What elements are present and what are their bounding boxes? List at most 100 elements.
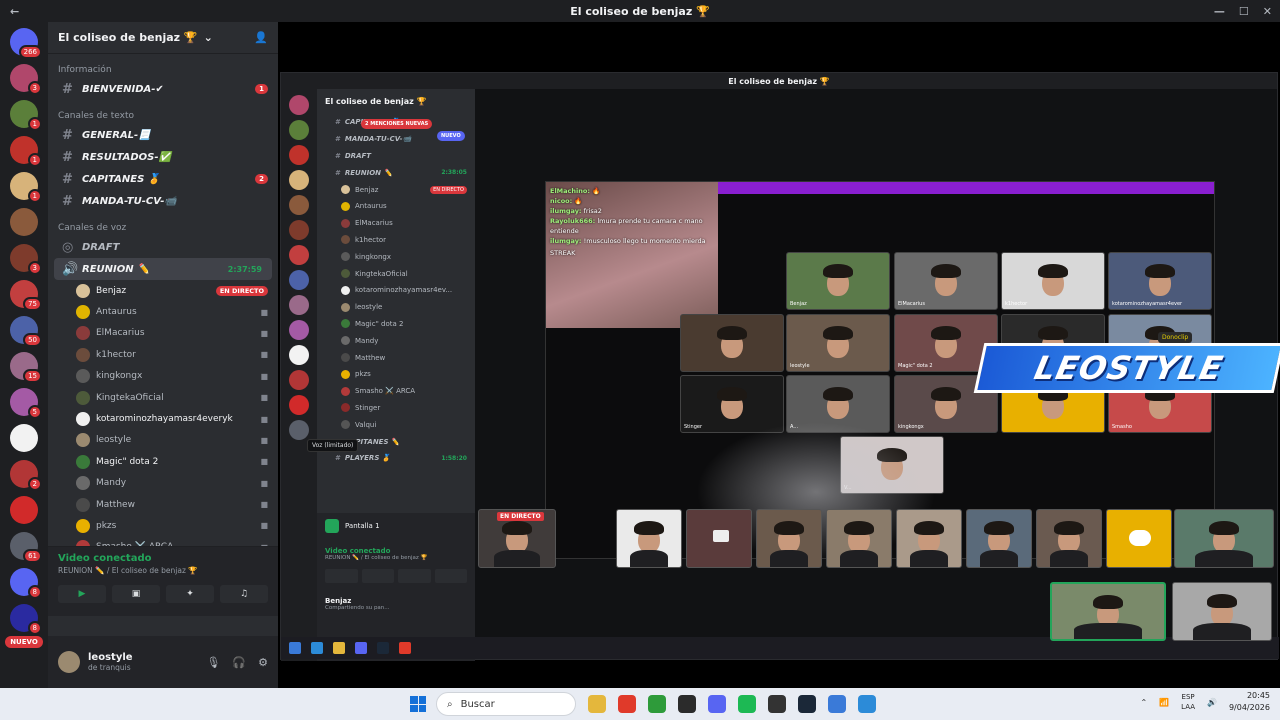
home-button[interactable]: 266 [10,28,42,59]
voice-user[interactable]: kingkongx ■ [48,366,278,387]
participant-thumbnail[interactable] [966,509,1032,568]
server-icon[interactable]: 2 [10,460,42,491]
participant-thumbnail[interactable] [1106,509,1172,568]
participant-thumbnail[interactable] [1172,582,1272,641]
channel-label: CAPITANES 🏅 [82,173,161,185]
chevron-up-icon[interactable]: ⌃ [1140,698,1147,707]
clock[interactable]: 20:45 9/04/2026 [1229,690,1270,714]
taskbar-app-icon[interactable] [648,695,666,713]
voice-user[interactable]: Benjaz EN DIRECTO [48,280,278,301]
chat-text: frisa2 [583,207,602,215]
voice-channel-reunion[interactable]: 🔊 REUNION ✏️ 2:37:59 [54,258,272,280]
category-text[interactable]: Canales de texto [48,100,278,124]
category-info[interactable]: Información [48,54,278,78]
mini-label: Stinger [355,403,381,412]
taskbar-app-icon[interactable] [798,695,816,713]
voice-user[interactable]: Matthew ■ [48,494,278,515]
participant-thumbnail[interactable] [1036,509,1102,568]
voice-user[interactable]: pkzs ■ [48,515,278,536]
participant-thumbnail[interactable] [896,509,962,568]
back-arrow-icon[interactable]: ← [10,5,19,18]
taskbar-app-icon[interactable] [828,695,846,713]
voice-user[interactable]: Magic" dota 2 ■ [48,451,278,472]
voice-user[interactable]: Antaurus ■ [48,301,278,322]
mini-avatar [341,235,350,245]
streamer-camera: ElMachino: 🔥 nicoo: 🔥 ilumgay: frisa2 Rayol… [546,182,718,328]
voice-user[interactable]: kotarominozhayamasr4everyk ■ [48,408,278,429]
server-icon[interactable]: 1 [10,100,42,131]
text-channel[interactable]: # RESULTADOS-✅ [48,146,278,168]
participant-thumbnail[interactable] [1174,509,1274,568]
microphone-icon[interactable]: 🎙 [206,656,220,669]
mini-server-icon [289,395,309,415]
voice-user[interactable]: leostyle ■ [48,430,278,451]
server-icon[interactable]: 3 [10,64,42,95]
avatar[interactable] [58,651,80,673]
voice-user[interactable]: Mandy ■ [48,473,278,494]
server-icon[interactable] [10,208,38,236]
server-icon[interactable]: 75 [10,280,42,311]
taskbar-app-icon[interactable] [678,695,696,713]
participant-thumbnail[interactable] [756,509,822,568]
minimize-button[interactable]: — [1214,5,1225,18]
wifi-icon[interactable]: 📶 [1159,698,1169,707]
server-icon[interactable]: 8 [10,568,42,599]
language-indicator[interactable]: ESP LAA [1181,692,1195,712]
text-channel[interactable]: # BIENVENIDA-✔ 1 [48,78,278,100]
soundboard-button[interactable]: ♫ [220,585,268,603]
participant-thumbnail[interactable] [826,509,892,568]
taskbar-app-icon[interactable] [588,695,606,713]
taskbar-app-icon[interactable] [768,695,786,713]
taskbar-app-icon[interactable] [708,695,726,713]
camera-icon: ■ [260,478,268,488]
mini-activity-button [398,569,431,583]
volume-icon[interactable]: 🔊 [1207,698,1217,707]
gear-icon[interactable]: ⚙ [258,656,268,669]
server-icon[interactable]: 61 [10,532,42,563]
text-channel[interactable]: # GENERAL-📃 [48,124,278,146]
hash-icon: # [62,81,73,97]
participant-thumbnail[interactable] [478,509,556,568]
maximize-button[interactable]: ☐ [1239,5,1249,18]
screen-share-button[interactable]: ▣ [112,585,160,603]
text-channel[interactable]: # MANDA-TU-CV-📹 [48,190,278,212]
windows-start-icon[interactable] [410,696,426,712]
server-icon[interactable]: 3 [10,244,42,275]
participant-thumbnail[interactable] [686,509,752,568]
activities-button[interactable]: ✦ [166,585,214,603]
participant-face [1038,263,1068,296]
participant-thumbnail[interactable] [616,509,682,568]
server-icon[interactable]: 5 [10,388,42,419]
text-channel[interactable]: # CAPITANES 🏅 2 [48,168,278,190]
voice-user[interactable]: KingtekaOficial ■ [48,387,278,408]
participant-thumbnail[interactable] [1050,582,1166,641]
category-voice[interactable]: Canales de voz [48,212,278,236]
participant-body [494,549,540,567]
voice-channel-draft[interactable]: ◎ DRAFT [48,236,278,258]
participant-body [1074,622,1142,639]
voice-location[interactable]: REUNION ✏️ / El coliseo de benjaz 🏆 [58,566,268,575]
taskbar-app-icon[interactable] [738,695,756,713]
server-icon[interactable] [10,424,38,452]
guild-header[interactable]: El coliseo de benjaz 🏆 ⌄ 👤 [48,22,278,54]
add-member-icon[interactable]: 👤 [254,31,268,44]
window-title: El coliseo de benjaz 🏆 [570,4,710,18]
participant-face [823,325,853,358]
headphones-icon[interactable]: 🎧 [232,656,246,669]
server-icon[interactable]: 15 [10,352,42,383]
server-icon[interactable] [10,496,38,524]
voice-user[interactable]: k1hector ■ [48,344,278,365]
taskbar-app-icon[interactable] [858,695,876,713]
close-button[interactable]: ✕ [1263,5,1272,18]
new-servers-pill[interactable]: NUEVO [5,636,43,648]
server-icon[interactable]: 1 [10,136,42,167]
server-icon[interactable]: 8 [10,604,42,635]
camera-button[interactable]: ▶ [58,585,106,603]
taskbar-app-icon[interactable] [618,695,636,713]
server-icon[interactable]: 50 [10,316,42,347]
server-icon[interactable]: 1 [10,172,42,203]
participant-face [823,386,853,419]
voice-user[interactable]: ElMacarius ■ [48,323,278,344]
mini-voice-user: Benjaz EN DIRECTO [317,181,475,198]
taskbar-search[interactable]: ⌕ Buscar [436,692,576,716]
